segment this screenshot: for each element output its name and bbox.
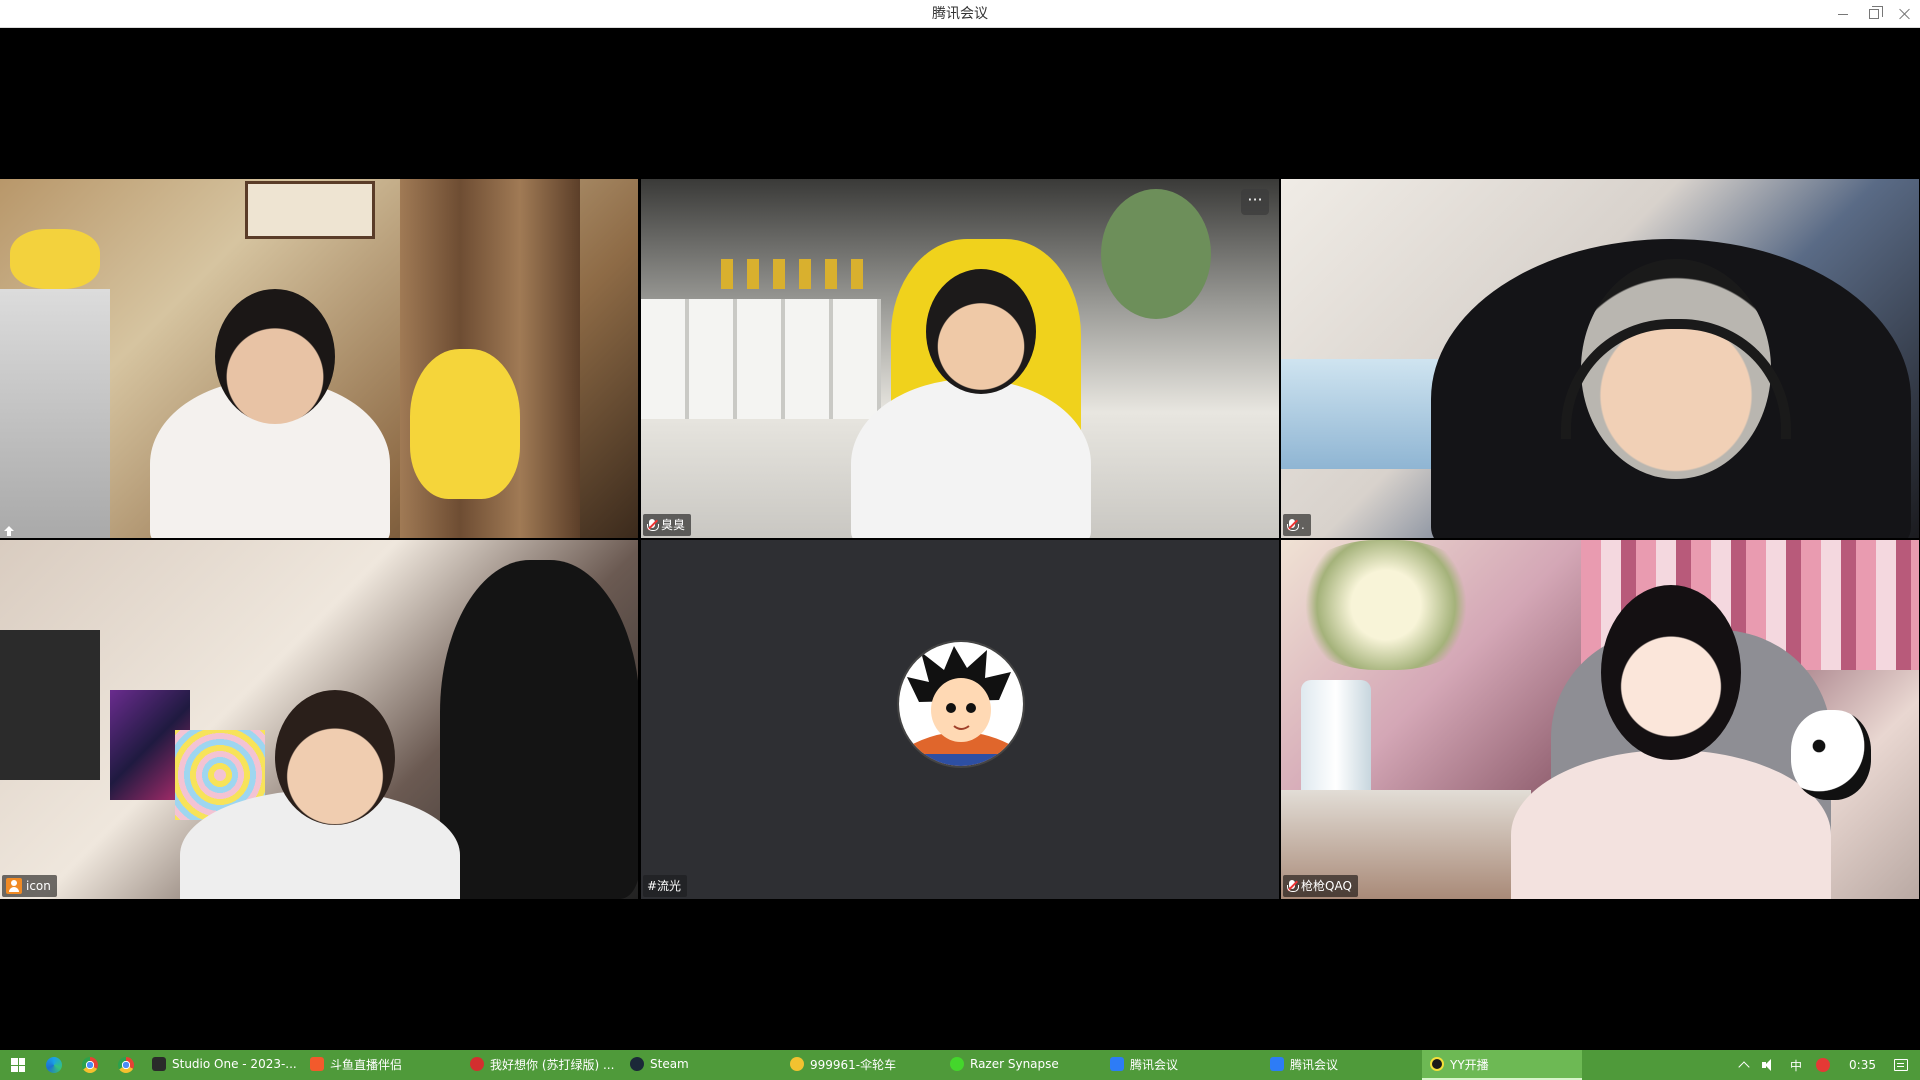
taskbar-app-label: YY开播 — [1450, 1057, 1489, 1072]
screen-share-icon — [3, 522, 15, 536]
close-icon — [1899, 8, 1911, 20]
volume-button[interactable] — [1755, 1050, 1783, 1080]
participant-name-tag: icon — [2, 875, 57, 897]
mic-muted-icon — [1287, 879, 1299, 893]
studio-one-icon — [152, 1057, 166, 1071]
restore-button[interactable] — [1859, 0, 1889, 28]
taskbar-app-label: 斗鱼直播伴侣 — [330, 1057, 403, 1072]
chrome-icon — [82, 1057, 98, 1073]
taskbar-app-music[interactable]: 我好想你 (苏打绿版) ... — [462, 1050, 622, 1080]
close-button[interactable] — [1890, 0, 1920, 28]
video-tile[interactable]: ··· 臭臭 — [641, 179, 1279, 538]
participant-name: 枪枪QAQ — [1301, 879, 1352, 893]
taskbar-app-douyu[interactable]: 斗鱼直播伴侣 — [302, 1050, 462, 1080]
speaker-icon — [1762, 1059, 1776, 1071]
person — [926, 269, 1036, 394]
taskbar-pinned-chrome[interactable] — [72, 1050, 108, 1080]
video-tile[interactable]: #流光 — [641, 540, 1279, 899]
video-tile[interactable]: icon — [0, 540, 638, 899]
douyu-icon — [310, 1057, 324, 1071]
system-tray: 中 0:35 — [1733, 1050, 1920, 1080]
host-icon — [6, 878, 22, 894]
taskbar-app-tencent-meeting[interactable]: 腾讯会议 — [1262, 1050, 1422, 1080]
participant-avatar — [897, 640, 1025, 768]
participant-name: . — [1301, 518, 1305, 532]
window-title: 腾讯会议 — [932, 6, 988, 22]
video-grid: ··· 臭臭 . icon #流光 枪枪QAQ — [0, 179, 1920, 900]
chevron-up-icon — [1738, 1061, 1750, 1073]
edge-icon — [46, 1057, 62, 1073]
windows-icon — [11, 1058, 25, 1072]
video-tile[interactable]: . — [1281, 179, 1919, 538]
taskbar-app-window[interactable]: 999961-伞轮车 — [782, 1050, 942, 1080]
desk-equipment — [0, 630, 100, 780]
taskbar-app-tencent-meeting[interactable]: 腾讯会议 — [1102, 1050, 1262, 1080]
mic-muted-icon — [647, 518, 659, 532]
notification-icon — [1894, 1059, 1908, 1071]
taskbar-app-razer[interactable]: Razer Synapse — [942, 1050, 1102, 1080]
taskbar-app-steam[interactable]: Steam — [622, 1050, 782, 1080]
panda-plush — [1791, 710, 1871, 800]
sogou-icon — [1816, 1058, 1831, 1072]
video-tile[interactable]: 枪枪QAQ — [1281, 540, 1919, 899]
tencent-meeting-icon — [1110, 1057, 1124, 1071]
netease-music-icon — [470, 1057, 484, 1071]
face-icon — [790, 1057, 804, 1071]
taskbar-app-yy[interactable]: YY开播 — [1422, 1050, 1582, 1080]
participant-name-tag: . — [1283, 514, 1311, 536]
person — [851, 379, 1091, 538]
show-hidden-icons-button[interactable] — [1733, 1050, 1755, 1080]
tencent-meeting-icon — [1270, 1057, 1284, 1071]
taskbar-app-label: 腾讯会议 — [1130, 1057, 1179, 1072]
participant-name: #流光 — [647, 879, 682, 893]
video-tile[interactable] — [0, 179, 638, 538]
start-button[interactable] — [0, 1050, 36, 1080]
participant-name-tag: 枪枪QAQ — [1283, 875, 1358, 897]
yy-icon — [1430, 1057, 1444, 1071]
minimize-button[interactable] — [1828, 0, 1858, 28]
person — [215, 289, 335, 424]
plant — [1101, 189, 1211, 319]
figure-statue — [440, 560, 638, 899]
plush-toy — [410, 349, 520, 499]
participant-name-tag: 臭臭 — [643, 514, 692, 536]
person — [1601, 585, 1741, 760]
taskbar-pinned-edge[interactable] — [36, 1050, 72, 1080]
cabinet — [0, 289, 110, 538]
clock[interactable]: 0:35 — [1837, 1050, 1888, 1080]
taskbar-app-label: 腾讯会议 — [1290, 1057, 1339, 1072]
mic-muted-icon — [1287, 518, 1299, 532]
taskbar-app-label: Studio One - 2023-... — [172, 1057, 297, 1071]
razer-icon — [950, 1057, 964, 1071]
participant-name: 臭臭 — [661, 518, 686, 532]
taskbar-app-label: 我好想你 (苏打绿版) ... — [490, 1057, 615, 1072]
taskbar-app-label: 999961-伞轮车 — [810, 1057, 897, 1072]
participant-name: icon — [26, 879, 51, 893]
steam-icon — [630, 1057, 644, 1071]
participant-name-tag: #流光 — [643, 875, 688, 897]
flowers — [1291, 540, 1481, 670]
window-title-bar: 腾讯会议 — [0, 0, 1920, 28]
restore-icon — [1869, 6, 1883, 19]
notification-center-button[interactable] — [1888, 1050, 1920, 1080]
taskbar-app-studio-one[interactable]: Studio One - 2023-... — [144, 1050, 302, 1080]
taskbar-app-label: Steam — [650, 1057, 689, 1071]
ime-indicator[interactable]: 中 — [1783, 1050, 1809, 1080]
taskbar-pinned-chrome[interactable] — [108, 1050, 144, 1080]
chrome-icon — [118, 1057, 134, 1073]
wall-calligraphy — [245, 181, 375, 239]
taskbar-app-label: Razer Synapse — [970, 1057, 1059, 1071]
more-options-button[interactable]: ··· — [1241, 189, 1269, 215]
bookshelf — [641, 299, 881, 419]
minimize-icon — [1838, 13, 1848, 15]
trophy-row — [721, 259, 871, 289]
plush-toy — [10, 229, 100, 289]
person — [275, 690, 395, 825]
sogou-ime-button[interactable] — [1809, 1050, 1837, 1080]
taskbar: Studio One - 2023-... 斗鱼直播伴侣 我好想你 (苏打绿版)… — [0, 1050, 1920, 1080]
